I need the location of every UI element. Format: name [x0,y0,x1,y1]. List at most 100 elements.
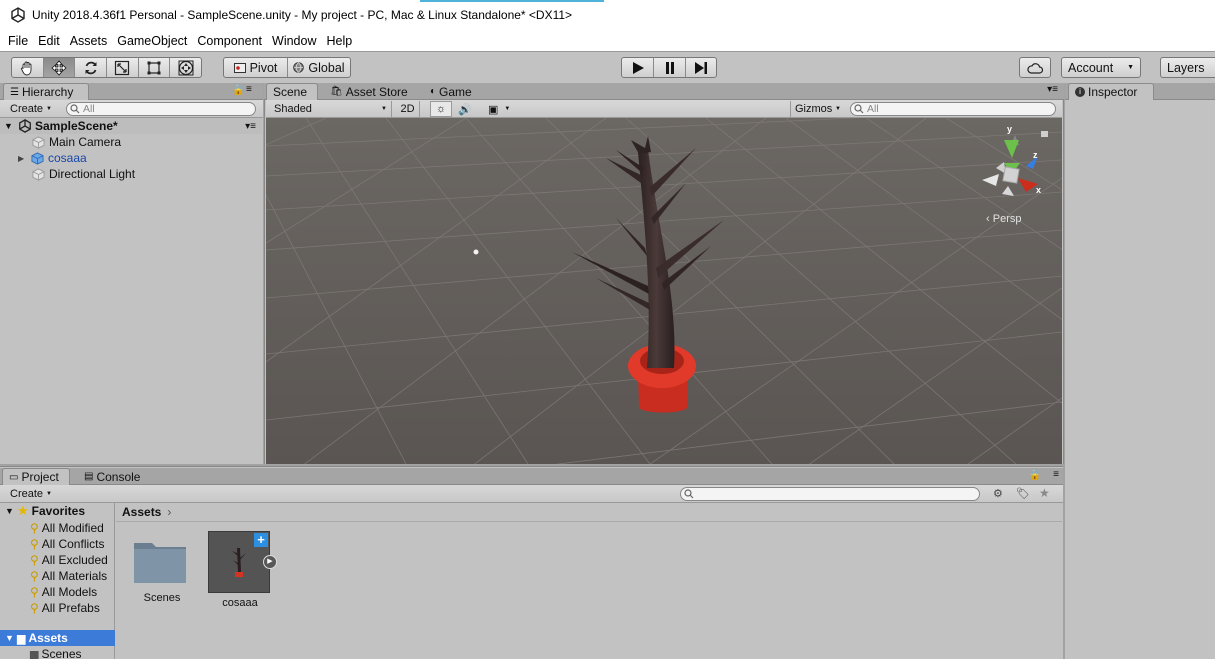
scene-menu-icon[interactable]: ▾≡ [245,121,256,132]
menu-help[interactable]: Help [322,34,356,48]
gizmos-dropdown[interactable]: Gizmos ▼ [790,101,845,117]
tab-game[interactable]: ◐ Game [424,83,478,100]
gizmo-center-cube[interactable] [1002,166,1020,184]
mode-2d-toggle[interactable]: 2D [396,101,420,117]
assets-child-scenes[interactable]: ▆ Scenes [30,646,82,659]
transform-tool-icon[interactable] [170,58,201,77]
unity-scene-icon [19,119,31,133]
hierarchy-create-dropdown[interactable]: Create ▼ [6,101,56,117]
play-button[interactable] [622,58,654,77]
project-tab-label: Project [21,470,59,484]
menu-window[interactable]: Window [268,34,320,48]
favorites-header[interactable]: ▼ ★ Favorites [0,503,85,519]
cloud-icon [1027,62,1043,74]
scale-tool-icon[interactable] [107,58,139,77]
favorite-star-icon[interactable]: ★ [1039,486,1050,500]
hierarchy-item-cosaaa[interactable]: ▶ cosaaa [18,150,87,166]
favorite-all-models[interactable]: ⚲ All Models [30,584,97,600]
gizmo-lock-icon[interactable] [1041,131,1048,137]
scene-tab-label: Scene [273,85,308,99]
layers-label: Layers [1167,60,1205,75]
scene-root-row[interactable]: ▼ SampleScene* ▾≡ [0,118,262,134]
cloud-button[interactable] [1020,58,1050,77]
tab-inspector[interactable]: i Inspector [1068,83,1154,100]
favorite-all-prefabs[interactable]: ⚲ All Prefabs [30,600,100,616]
shading-dropdown[interactable]: Shaded ▼ [270,101,392,117]
favorite-all-materials[interactable]: ⚲ All Materials [30,568,107,584]
effects-dropdown[interactable]: ▣ ▼ [484,101,518,117]
light-gizmo-icon[interactable] [473,249,479,255]
create-caret-icon: ▼ [46,106,52,112]
global-button[interactable]: Global [288,58,350,77]
layers-dropdown[interactable]: Layers [1161,58,1215,77]
pause-button[interactable] [654,58,686,77]
scene-search-input[interactable]: All [850,102,1056,116]
rotate-tool-icon[interactable] [75,58,108,77]
expand-down-icon: ▼ [5,633,14,643]
hand-tool-icon[interactable] [12,58,44,77]
tab-project[interactable]: ▭ Project [2,468,70,485]
step-button[interactable] [686,58,716,77]
panel-menu-icon[interactable]: ≡ [246,84,252,95]
favorite-all-conflicts[interactable]: ⚲ All Conflicts [30,536,104,552]
menu-gameobject[interactable]: GameObject [113,34,191,48]
assets-root-row[interactable]: ▼ ▆ Assets [0,630,115,646]
scene-name: SampleScene* [35,119,118,133]
hierarchy-item-main-camera[interactable]: Main Camera [32,134,121,150]
tab-console[interactable]: ▤ Console [78,468,146,485]
star-icon: ★ [17,503,29,518]
lock-icon[interactable]: 🔒 [1029,470,1041,481]
hierarchy-item-label: Directional Light [49,167,136,181]
tab-hierarchy[interactable]: ☰ Hierarchy [3,83,89,100]
menu-component[interactable]: Component [193,34,266,48]
scene-viewport[interactable]: y z x ‹ Persp [266,118,1062,464]
panel-menu-icon[interactable]: ≡ [1053,469,1059,480]
filter-by-type-icon[interactable]: ⚙ [993,487,1003,500]
expand-right-icon[interactable]: ▶ [18,154,31,163]
filter-by-label-icon[interactable]: 🏷 [1016,487,1030,500]
prefab-icon [31,151,44,165]
audio-toggle[interactable]: 🔊 [454,101,476,117]
hierarchy-tab-label: Hierarchy [21,85,74,99]
move-tool-icon[interactable] [43,58,76,77]
tree-child-label: Scenes [41,647,82,659]
tab-asset-store[interactable]: 🛍 Asset Store [324,83,414,100]
cloud-group [1019,57,1051,78]
scene-search-placeholder: All [867,103,879,115]
menu-file[interactable]: File [4,34,32,48]
folder-icon [134,543,186,583]
hierarchy-search-input[interactable]: All [66,102,256,116]
favorite-all-excluded[interactable]: ⚲ All Excluded [30,552,108,568]
breadcrumb-assets[interactable]: Assets [122,505,161,519]
project-create-dropdown[interactable]: Create ▼ [6,486,56,502]
game-icon: ◐ [430,86,437,97]
scene-subbar: Shaded ▼ 2D ☼ 🔊 ▣ ▼ Gizmos ▼ All [266,100,1062,118]
inspector-tabstrip: i Inspector [1065,83,1215,100]
account-dropdown[interactable]: Account ▼ [1062,58,1140,77]
rect-tool-icon[interactable] [139,58,171,77]
project-create-label: Create [10,488,44,500]
menu-assets[interactable]: Assets [66,34,112,48]
search-filter-icon: ⚲ [30,553,39,567]
inspector-panel [1065,83,1215,659]
lock-icon[interactable]: 🔒 [232,85,244,96]
asset-item-scenes[interactable]: Scenes [130,531,194,611]
project-search-input[interactable] [680,487,980,501]
hierarchy-item-label: cosaaa [48,151,87,165]
tab-scene[interactable]: Scene [266,83,318,100]
gizmo-z-label: z [1033,150,1038,160]
info-icon: i [1075,87,1085,97]
menu-edit[interactable]: Edit [34,34,64,48]
persp-label[interactable]: ‹ Persp [986,213,1021,225]
asset-item-cosaaa[interactable]: + ▶ cosaaa [208,531,277,611]
menu-bar: File Edit Assets GameObject Component Wi… [0,30,1215,51]
expand-prefab-icon[interactable]: ▶ [263,555,277,569]
panel-menu-icon[interactable]: ▾≡ [1047,84,1058,95]
hierarchy-item-directional-light[interactable]: Directional Light [32,166,135,182]
scene-tabstrip: Scene 🛍 Asset Store ◐ Game ▾≡ [264,83,1064,100]
pivot-icon [233,62,246,73]
pivot-button[interactable]: Pivot [224,58,288,77]
lighting-toggle[interactable]: ☼ [430,101,452,117]
favorite-all-modified[interactable]: ⚲ All Modified [30,520,104,536]
favorites-label: Favorites [31,504,86,518]
